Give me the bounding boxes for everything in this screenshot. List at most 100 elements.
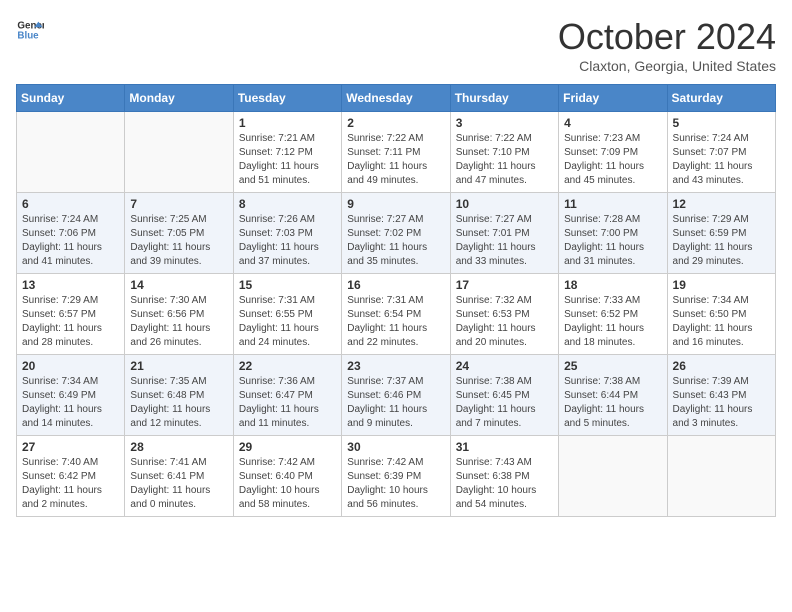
calendar-cell-w5-d5: 31Sunrise: 7:43 AM Sunset: 6:38 PM Dayli…: [450, 436, 558, 517]
day-info: Sunrise: 7:35 AM Sunset: 6:48 PM Dayligh…: [130, 375, 227, 431]
calendar-cell-w4-d5: 24 Sunrise: 7:38 AM Sunset: 6:45 PM Dayli…: [450, 355, 558, 436]
day-info: Sunrise: 7:31 AM Sunset: 6:54 PM Dayligh…: [347, 294, 444, 350]
day-number: 20: [22, 359, 119, 373]
day-number: 5: [673, 116, 770, 130]
day-number: 25: [564, 359, 661, 373]
calendar-cell-w4-d1: 20 Sunrise: 7:34 AM Sunset: 6:49 PM Dayli…: [17, 355, 125, 436]
calendar-cell-w3-d1: 13 Sunrise: 7:29 AM Sunset: 6:57 PM Dayli…: [17, 274, 125, 355]
day-info: Sunrise: 7:29 AM Sunset: 6:59 PM Dayligh…: [673, 213, 770, 269]
location: Claxton, Georgia, United States: [558, 58, 776, 74]
week-row-3: 13 Sunrise: 7:29 AM Sunset: 6:57 PM Dayli…: [17, 274, 776, 355]
day-number: 27: [22, 440, 119, 454]
day-info: Sunrise: 7:22 AM Sunset: 7:10 PM Dayligh…: [456, 132, 553, 188]
calendar-cell-w1-d2: [125, 112, 233, 193]
day-number: 2: [347, 116, 444, 130]
header-tuesday: Tuesday: [233, 85, 341, 112]
calendar-cell-w1-d3: 1 Sunrise: 7:21 AM Sunset: 7:12 PM Daylig…: [233, 112, 341, 193]
calendar-cell-w4-d2: 21Sunrise: 7:35 AM Sunset: 6:48 PM Dayli…: [125, 355, 233, 436]
day-number: 10: [456, 197, 553, 211]
day-info: Sunrise: 7:42 AM Sunset: 6:40 PM Dayligh…: [239, 456, 336, 512]
calendar-table: Sunday Monday Tuesday Wednesday Thursday…: [16, 84, 776, 517]
calendar-cell-w3-d7: 19 Sunrise: 7:34 AM Sunset: 6:50 PM Dayli…: [667, 274, 775, 355]
logo-icon: General Blue: [16, 16, 44, 44]
week-row-1: 1 Sunrise: 7:21 AM Sunset: 7:12 PM Daylig…: [17, 112, 776, 193]
day-number: 26: [673, 359, 770, 373]
header-sunday: Sunday: [17, 85, 125, 112]
calendar-cell-w1-d5: 3 Sunrise: 7:22 AM Sunset: 7:10 PM Daylig…: [450, 112, 558, 193]
calendar-cell-w3-d2: 14Sunrise: 7:30 AM Sunset: 6:56 PM Dayli…: [125, 274, 233, 355]
calendar-cell-w5-d6: [559, 436, 667, 517]
day-info: Sunrise: 7:23 AM Sunset: 7:09 PM Dayligh…: [564, 132, 661, 188]
header-saturday: Saturday: [667, 85, 775, 112]
day-number: 15: [239, 278, 336, 292]
calendar-header-row: Sunday Monday Tuesday Wednesday Thursday…: [17, 85, 776, 112]
day-number: 19: [673, 278, 770, 292]
logo: General Blue: [16, 16, 44, 44]
day-info: Sunrise: 7:43 AM Sunset: 6:38 PM Dayligh…: [456, 456, 553, 512]
day-info: Sunrise: 7:29 AM Sunset: 6:57 PM Dayligh…: [22, 294, 119, 350]
calendar-cell-w1-d4: 2 Sunrise: 7:22 AM Sunset: 7:11 PM Daylig…: [342, 112, 450, 193]
day-info: Sunrise: 7:42 AM Sunset: 6:39 PM Dayligh…: [347, 456, 444, 512]
day-number: 24: [456, 359, 553, 373]
header-thursday: Thursday: [450, 85, 558, 112]
calendar-cell-w2-d3: 8 Sunrise: 7:26 AM Sunset: 7:03 PM Daylig…: [233, 193, 341, 274]
day-info: Sunrise: 7:25 AM Sunset: 7:05 PM Dayligh…: [130, 213, 227, 269]
calendar-cell-w2-d7: 12 Sunrise: 7:29 AM Sunset: 6:59 PM Dayli…: [667, 193, 775, 274]
calendar-cell-w1-d6: 4 Sunrise: 7:23 AM Sunset: 7:09 PM Daylig…: [559, 112, 667, 193]
day-info: Sunrise: 7:21 AM Sunset: 7:12 PM Dayligh…: [239, 132, 336, 188]
day-info: Sunrise: 7:40 AM Sunset: 6:42 PM Dayligh…: [22, 456, 119, 512]
day-info: Sunrise: 7:27 AM Sunset: 7:01 PM Dayligh…: [456, 213, 553, 269]
calendar-cell-w4-d3: 22 Sunrise: 7:36 AM Sunset: 6:47 PM Dayli…: [233, 355, 341, 436]
day-number: 9: [347, 197, 444, 211]
month-title: October 2024: [558, 16, 776, 58]
day-info: Sunrise: 7:34 AM Sunset: 6:50 PM Dayligh…: [673, 294, 770, 350]
day-number: 1: [239, 116, 336, 130]
day-info: Sunrise: 7:24 AM Sunset: 7:06 PM Dayligh…: [22, 213, 119, 269]
calendar-cell-w2-d6: 11 Sunrise: 7:28 AM Sunset: 7:00 PM Dayli…: [559, 193, 667, 274]
calendar-cell-w4-d6: 25 Sunrise: 7:38 AM Sunset: 6:44 PM Dayli…: [559, 355, 667, 436]
day-number: 8: [239, 197, 336, 211]
day-number: 14: [130, 278, 227, 292]
day-info: Sunrise: 7:22 AM Sunset: 7:11 PM Dayligh…: [347, 132, 444, 188]
calendar-cell-w4-d4: 23Sunrise: 7:37 AM Sunset: 6:46 PM Dayli…: [342, 355, 450, 436]
title-block: October 2024 Claxton, Georgia, United St…: [558, 16, 776, 74]
week-row-4: 20 Sunrise: 7:34 AM Sunset: 6:49 PM Dayli…: [17, 355, 776, 436]
calendar-cell-w2-d1: 6Sunrise: 7:24 AM Sunset: 7:06 PM Daylig…: [17, 193, 125, 274]
day-info: Sunrise: 7:31 AM Sunset: 6:55 PM Dayligh…: [239, 294, 336, 350]
day-info: Sunrise: 7:41 AM Sunset: 6:41 PM Dayligh…: [130, 456, 227, 512]
calendar-cell-w3-d6: 18Sunrise: 7:33 AM Sunset: 6:52 PM Dayli…: [559, 274, 667, 355]
calendar-cell-w5-d1: 27 Sunrise: 7:40 AM Sunset: 6:42 PM Dayli…: [17, 436, 125, 517]
day-info: Sunrise: 7:37 AM Sunset: 6:46 PM Dayligh…: [347, 375, 444, 431]
calendar-cell-w5-d3: 29 Sunrise: 7:42 AM Sunset: 6:40 PM Dayli…: [233, 436, 341, 517]
day-info: Sunrise: 7:34 AM Sunset: 6:49 PM Dayligh…: [22, 375, 119, 431]
day-number: 13: [22, 278, 119, 292]
header-monday: Monday: [125, 85, 233, 112]
day-number: 16: [347, 278, 444, 292]
calendar-cell-w3-d5: 17 Sunrise: 7:32 AM Sunset: 6:53 PM Dayli…: [450, 274, 558, 355]
calendar-cell-w5-d7: [667, 436, 775, 517]
day-info: Sunrise: 7:27 AM Sunset: 7:02 PM Dayligh…: [347, 213, 444, 269]
svg-text:Blue: Blue: [17, 30, 39, 41]
day-info: Sunrise: 7:36 AM Sunset: 6:47 PM Dayligh…: [239, 375, 336, 431]
day-info: Sunrise: 7:33 AM Sunset: 6:52 PM Dayligh…: [564, 294, 661, 350]
calendar-cell-w5-d4: 30 Sunrise: 7:42 AM Sunset: 6:39 PM Dayli…: [342, 436, 450, 517]
week-row-2: 6Sunrise: 7:24 AM Sunset: 7:06 PM Daylig…: [17, 193, 776, 274]
day-number: 12: [673, 197, 770, 211]
day-info: Sunrise: 7:38 AM Sunset: 6:45 PM Dayligh…: [456, 375, 553, 431]
day-number: 22: [239, 359, 336, 373]
day-number: 11: [564, 197, 661, 211]
calendar-cell-w3-d3: 15 Sunrise: 7:31 AM Sunset: 6:55 PM Dayli…: [233, 274, 341, 355]
page-header: General Blue October 2024 Claxton, Georg…: [16, 16, 776, 74]
day-info: Sunrise: 7:28 AM Sunset: 7:00 PM Dayligh…: [564, 213, 661, 269]
day-info: Sunrise: 7:38 AM Sunset: 6:44 PM Dayligh…: [564, 375, 661, 431]
day-number: 30: [347, 440, 444, 454]
day-number: 3: [456, 116, 553, 130]
day-info: Sunrise: 7:26 AM Sunset: 7:03 PM Dayligh…: [239, 213, 336, 269]
day-number: 17: [456, 278, 553, 292]
day-number: 4: [564, 116, 661, 130]
day-number: 29: [239, 440, 336, 454]
day-info: Sunrise: 7:32 AM Sunset: 6:53 PM Dayligh…: [456, 294, 553, 350]
calendar-cell-w2-d4: 9 Sunrise: 7:27 AM Sunset: 7:02 PM Daylig…: [342, 193, 450, 274]
calendar-cell-w2-d5: 10 Sunrise: 7:27 AM Sunset: 7:01 PM Dayli…: [450, 193, 558, 274]
calendar-cell-w4-d7: 26Sunrise: 7:39 AM Sunset: 6:43 PM Dayli…: [667, 355, 775, 436]
